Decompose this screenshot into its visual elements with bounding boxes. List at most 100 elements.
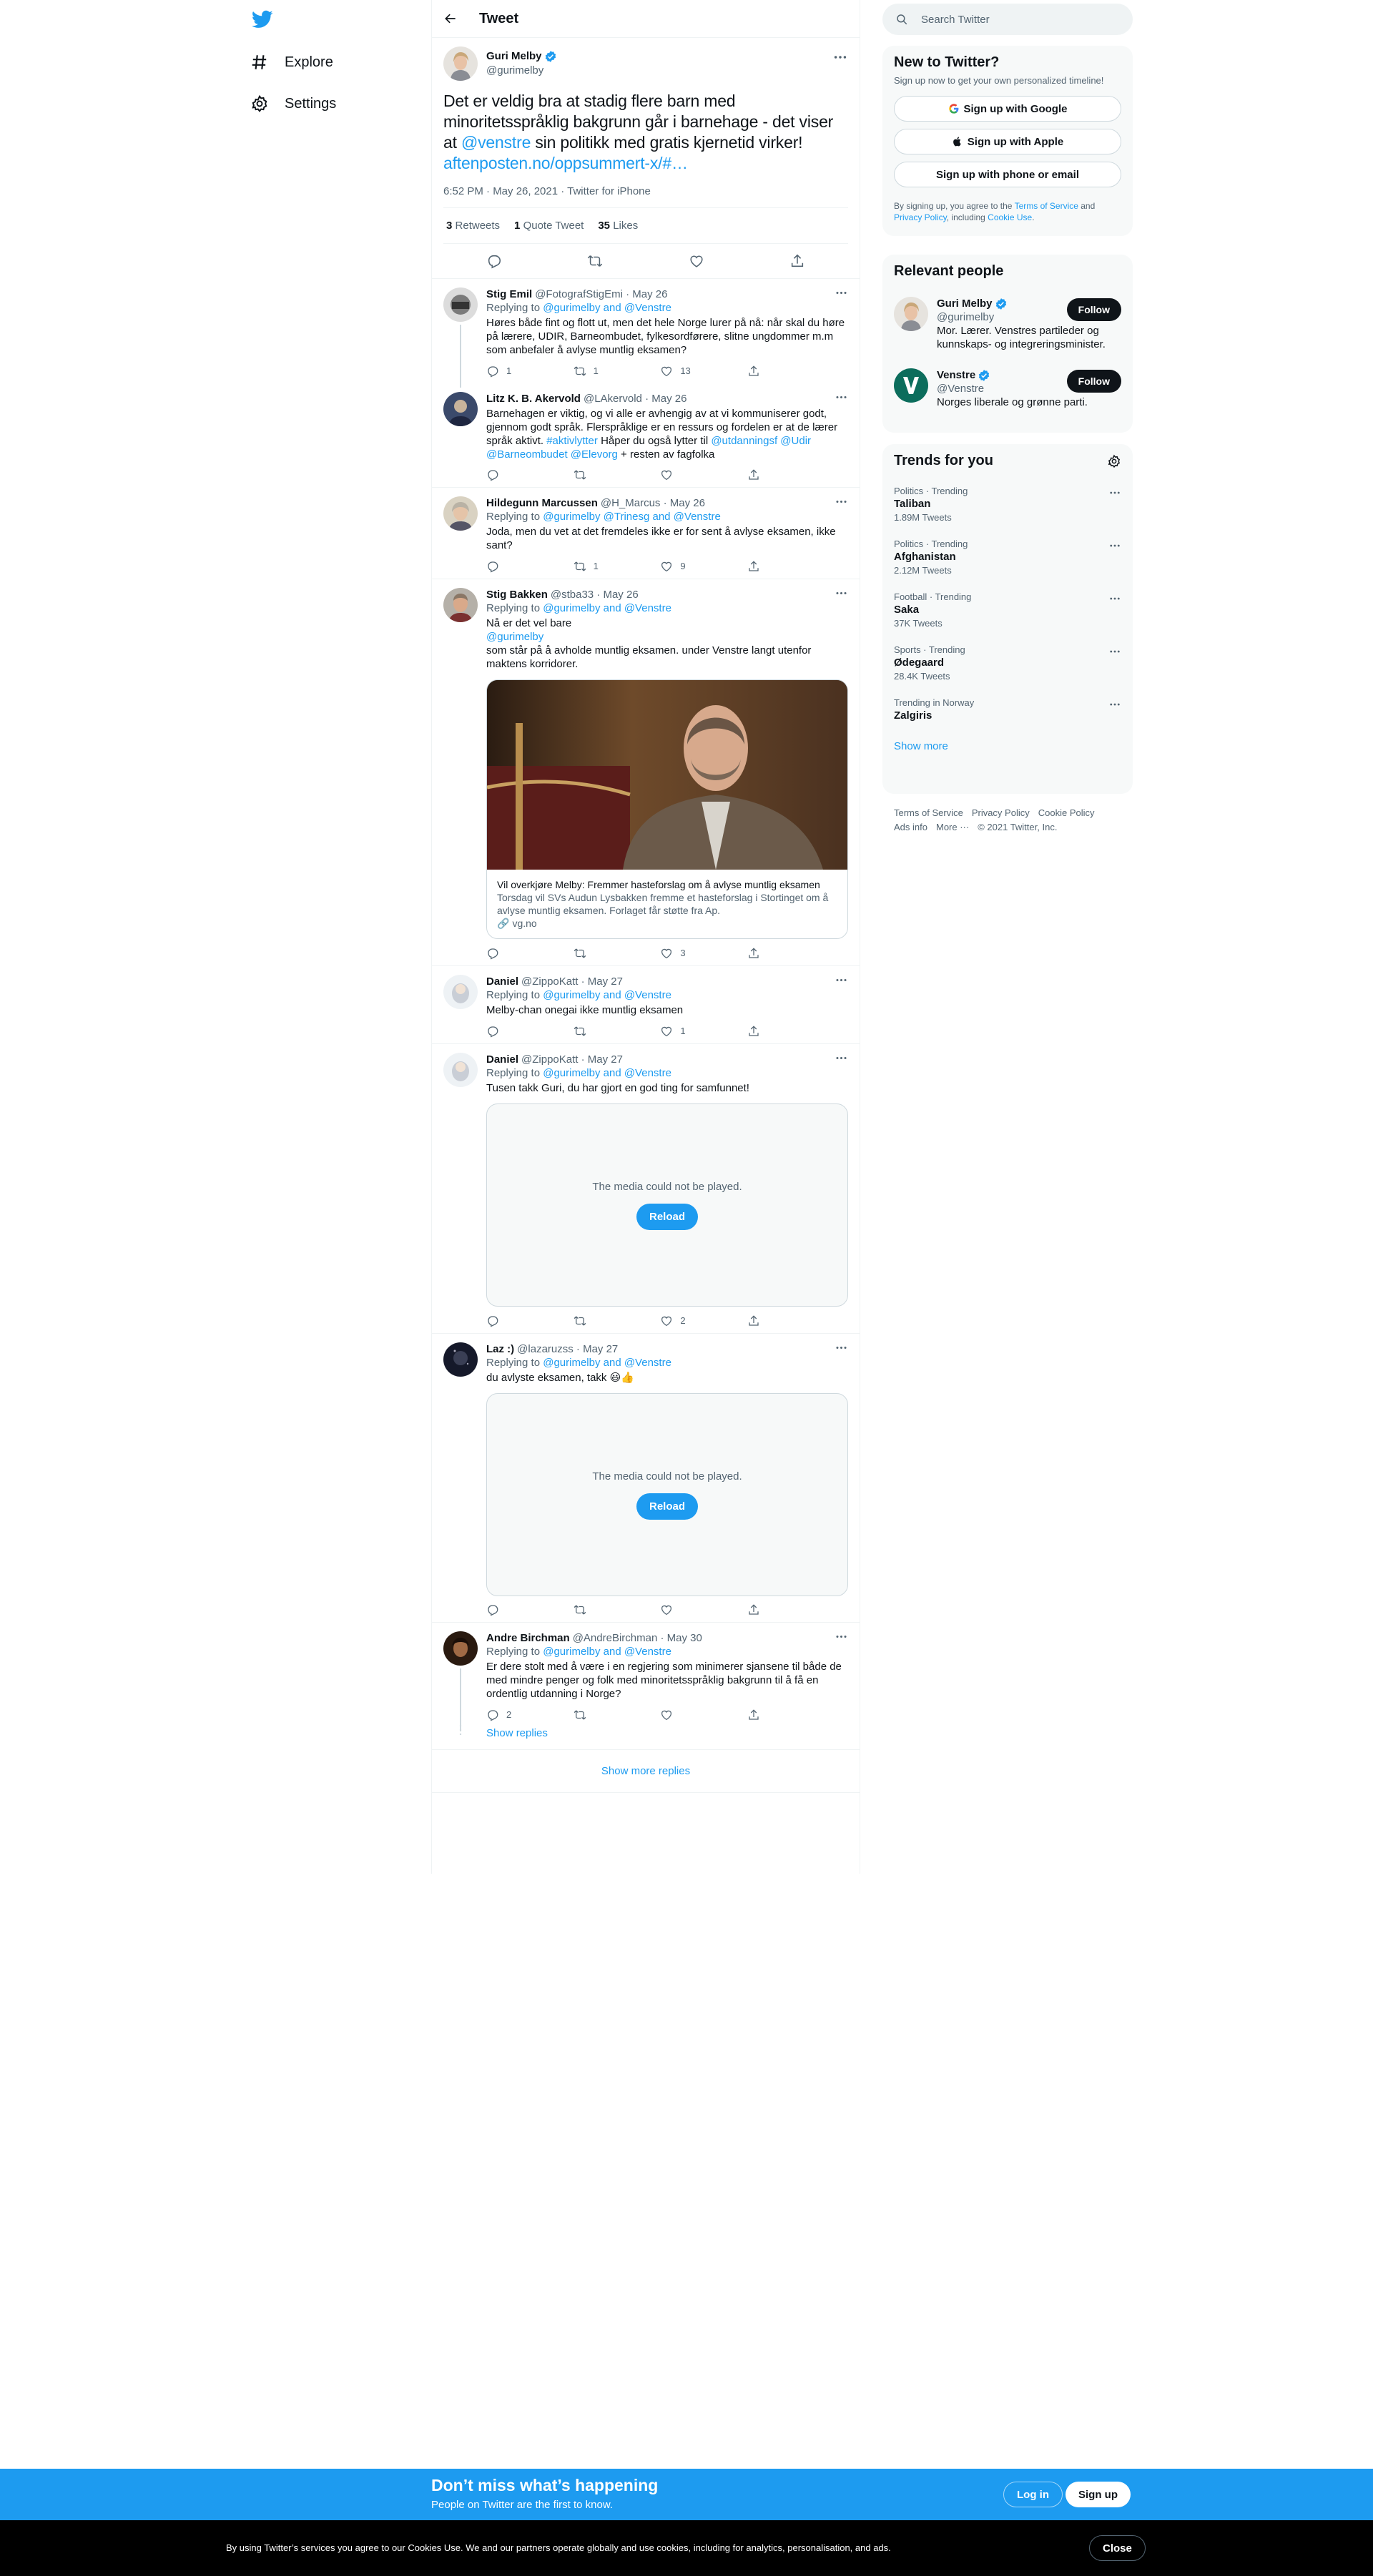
- more-options-icon[interactable]: [835, 1630, 848, 1643]
- more-options-icon[interactable]: [832, 49, 848, 65]
- footer-ads[interactable]: Ads info: [894, 822, 927, 832]
- like-button[interactable]: [660, 1708, 703, 1721]
- reply-button[interactable]: 1: [486, 364, 529, 378]
- trend-item[interactable]: Trending in Norway Zalgiris: [882, 689, 1133, 730]
- more-options-icon[interactable]: [835, 586, 848, 600]
- avatar[interactable]: [443, 1631, 478, 1666]
- replying-to-links[interactable]: @gurimelby and @Venstre: [543, 1646, 671, 1658]
- reply-tweet[interactable]: Litz K. B. Akervold @LAkervold · May 26 B…: [432, 383, 860, 488]
- signup-apple-button[interactable]: Sign up with Apple: [894, 129, 1121, 154]
- replying-to-links[interactable]: @gurimelby and @Venstre: [543, 1357, 671, 1369]
- replying-to-links[interactable]: @gurimelby @Trinesg and @Venstre: [543, 511, 721, 523]
- trends-show-more[interactable]: Show more: [894, 740, 948, 752]
- reply-button[interactable]: [486, 946, 529, 960]
- like-button[interactable]: 1: [660, 1024, 703, 1038]
- reply-tweet[interactable]: Andre Birchman @AndreBirchman · May 30 Re…: [432, 1623, 860, 1731]
- reply-tweet[interactable]: Daniel @ZippoKatt · May 27 Replying to @g…: [432, 1044, 860, 1334]
- reply-button[interactable]: [486, 1314, 529, 1327]
- reload-button[interactable]: Reload: [636, 1493, 698, 1520]
- avatar[interactable]: [443, 588, 478, 622]
- retweet-button[interactable]: 1: [574, 559, 616, 573]
- reply-icon[interactable]: [486, 253, 502, 269]
- share-button[interactable]: [747, 1708, 790, 1721]
- retweet-button[interactable]: [574, 1314, 616, 1327]
- like-icon[interactable]: [689, 253, 704, 269]
- more-options-icon[interactable]: [835, 495, 848, 508]
- more-options-icon[interactable]: [1108, 698, 1121, 711]
- quotes-stat[interactable]: 1 Quote Tweet: [514, 220, 584, 232]
- retweet-button[interactable]: [574, 1024, 616, 1038]
- reply-tweet[interactable]: Stig Emil @FotografStigEmi · May 26 Reply…: [432, 279, 860, 388]
- avatar[interactable]: [443, 46, 478, 81]
- more-options-icon[interactable]: [1108, 645, 1121, 658]
- reply-author-name[interactable]: Laz :): [486, 1342, 514, 1356]
- close-button[interactable]: Close: [1089, 2535, 1146, 2561]
- reply-author-name[interactable]: Litz K. B. Akervold: [486, 392, 581, 405]
- retweet-button[interactable]: 1: [574, 364, 616, 378]
- avatar[interactable]: [443, 287, 478, 322]
- like-button[interactable]: 3: [660, 946, 703, 960]
- twitter-logo-icon[interactable]: [252, 9, 273, 30]
- reply-tweet[interactable]: Stig Bakken @stba33 · May 26 Replying to …: [432, 579, 860, 966]
- signup-button[interactable]: Sign up: [1066, 2482, 1131, 2507]
- signup-google-button[interactable]: Sign up with Google: [894, 96, 1121, 122]
- nav-explore[interactable]: Explore: [250, 44, 333, 80]
- more-options-icon[interactable]: [1108, 486, 1121, 499]
- cookie-link[interactable]: Cookie Use: [988, 212, 1032, 222]
- nav-settings[interactable]: Settings: [250, 86, 336, 122]
- more-options-icon[interactable]: [835, 1051, 848, 1065]
- more-options-icon[interactable]: [835, 286, 848, 300]
- show-more-replies[interactable]: Show more replies: [432, 1750, 860, 1793]
- replying-to-links[interactable]: @gurimelby and @Venstre: [543, 989, 671, 1001]
- trend-item[interactable]: Football · Trending Saka 37K Tweets: [882, 584, 1133, 636]
- reply-author-name[interactable]: Daniel: [486, 1053, 518, 1066]
- more-options-icon[interactable]: [835, 1341, 848, 1355]
- reply-tweet[interactable]: Daniel @ZippoKatt · May 27 Replying to @g…: [432, 966, 860, 1044]
- author-handle[interactable]: @gurimelby: [486, 64, 557, 78]
- share-button[interactable]: [747, 559, 790, 573]
- show-replies-link[interactable]: Show replies: [486, 1727, 548, 1739]
- link-card[interactable]: Vil overkjøre Melby: Fremmer hasteforsla…: [486, 679, 848, 939]
- replying-to-links[interactable]: @gurimelby and @Venstre: [543, 602, 671, 614]
- privacy-link[interactable]: Privacy Policy: [894, 212, 947, 222]
- like-button[interactable]: 2: [660, 1314, 703, 1327]
- footer-more[interactable]: More ···: [936, 822, 969, 832]
- share-button[interactable]: [747, 1024, 790, 1038]
- reply-button[interactable]: 2: [486, 1708, 529, 1721]
- like-button[interactable]: 9: [660, 559, 703, 573]
- reply-author-name[interactable]: Hildegunn Marcussen: [486, 496, 598, 510]
- gear-icon[interactable]: [1107, 454, 1121, 468]
- terms-link[interactable]: Terms of Service: [1015, 201, 1078, 211]
- person-card[interactable]: Guri Melby @gurimelby Mor. Lærer. Venstr…: [882, 288, 1133, 360]
- more-options-icon[interactable]: [835, 390, 848, 404]
- search-input[interactable]: Search Twitter: [882, 4, 1133, 35]
- avatar[interactable]: [443, 1342, 478, 1377]
- avatar[interactable]: [443, 496, 478, 531]
- share-button[interactable]: [747, 1314, 790, 1327]
- share-button[interactable]: [747, 946, 790, 960]
- follow-button[interactable]: Follow: [1066, 298, 1121, 321]
- reply-author-name[interactable]: Andre Birchman: [486, 1631, 570, 1645]
- more-options-icon[interactable]: [1108, 539, 1121, 552]
- trend-item[interactable]: Politics · Trending Taliban 1.89M Tweets: [882, 478, 1133, 531]
- retweet-icon[interactable]: [587, 253, 603, 269]
- reply-button[interactable]: [486, 1603, 529, 1616]
- avatar[interactable]: [894, 368, 928, 403]
- hashtag-link[interactable]: #aktivlytter: [546, 435, 598, 447]
- retweet-button[interactable]: [574, 946, 616, 960]
- reply-button[interactable]: [486, 1024, 529, 1038]
- avatar[interactable]: [443, 392, 478, 426]
- login-button[interactable]: Log in: [1003, 2482, 1063, 2507]
- share-button[interactable]: [747, 364, 790, 378]
- tweet-timestamp[interactable]: 6:52 PM · May 26, 2021 · Twitter for iPh…: [443, 185, 848, 197]
- author-name[interactable]: Guri Melby: [486, 49, 542, 64]
- likes-stat[interactable]: 35 Likes: [598, 220, 638, 232]
- reply-author-name[interactable]: Daniel: [486, 975, 518, 988]
- share-button[interactable]: [747, 1603, 790, 1616]
- reply-author-name[interactable]: Stig Emil: [486, 287, 532, 301]
- footer-terms[interactable]: Terms of Service: [894, 807, 963, 818]
- mention-link[interactable]: @venstre: [461, 133, 531, 152]
- person-name[interactable]: Venstre: [937, 368, 975, 382]
- reload-button[interactable]: Reload: [636, 1204, 698, 1230]
- trend-item[interactable]: Politics · Trending Afghanistan 2.12M Twee…: [882, 531, 1133, 584]
